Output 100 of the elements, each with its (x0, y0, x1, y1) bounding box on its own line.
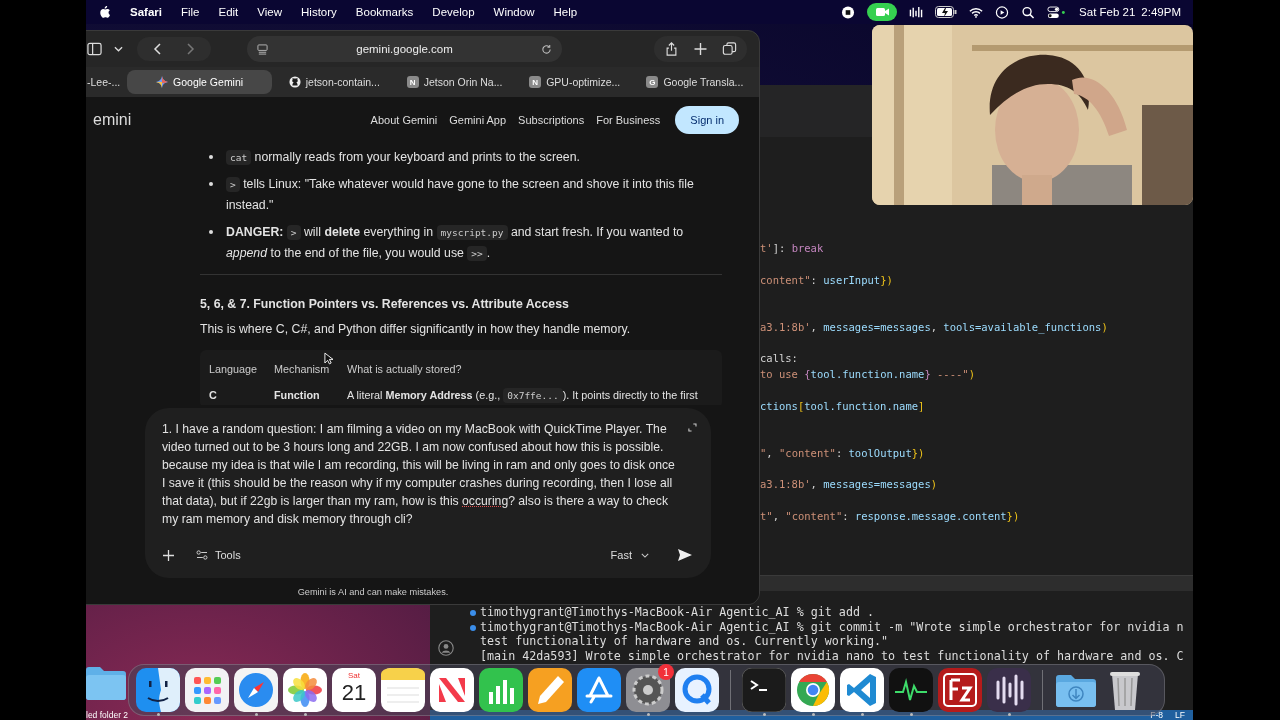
bullet-icon (209, 155, 213, 159)
news-app-icon[interactable] (430, 668, 474, 712)
audio-bars-app-icon[interactable] (987, 668, 1031, 712)
control-center-icon[interactable] (1047, 5, 1068, 19)
code-editor-app-icon[interactable] (840, 668, 884, 712)
bar-chart-app-icon[interactable] (479, 668, 523, 712)
add-icon[interactable] (163, 549, 174, 561)
nav-link[interactable]: About Gemini (370, 114, 438, 126)
status-item[interactable]: LF (1175, 710, 1185, 720)
browser-tab[interactable]: N GPU-optimize... (516, 70, 633, 94)
table-cell-text: A literal Memory Address (e.g., 0x7ffe... ). It points directly to the first (347, 389, 699, 401)
browser-tab[interactable]: G Google Transla... (636, 70, 753, 94)
gear-app-icon[interactable] (626, 668, 670, 712)
terminal-line: test functionality of hardware and os. Currently working." (479, 634, 889, 649)
calendar-app-icon[interactable]: Sat 21 (332, 668, 376, 712)
camera-icon[interactable] (867, 3, 898, 21)
bullet-icon (209, 182, 213, 186)
section-heading: 5, 6, & 7. Function Pointers vs. References vs. Attribute Access (200, 297, 570, 311)
menu-item[interactable]: File (180, 6, 200, 18)
folder-label[interactable]: led folder 2 (86, 711, 129, 720)
menu-bar-clock[interactable]: 2:49PM (1141, 6, 1181, 18)
table-cell-text: C (209, 389, 218, 401)
share-icon[interactable] (664, 42, 679, 56)
terminal-line: timothygrant@Timothys-MacBook-Air Agentic_AI % git commit -m "Wrote simple orchestrator for nvidia n (470, 619, 1184, 634)
tools-button[interactable]: Tools (196, 549, 241, 561)
sliders-icon (196, 550, 208, 560)
terminal-app-icon[interactable] (742, 668, 786, 712)
list-item-text: DANGER: > will delete everything in myscript.py and start fresh. If you wanted to append to the end of the file, you would use >> . (226, 224, 685, 263)
apple-icon[interactable] (99, 5, 111, 19)
code-line: calls: (760, 351, 798, 367)
browser-tab[interactable]: Google Gemini (127, 70, 273, 94)
menu-item[interactable]: Safari (130, 6, 162, 18)
flower-app-icon[interactable] (283, 668, 327, 712)
disclaimer: Gemini is AI and can make mistakes. (297, 587, 449, 597)
list-item-text: > tells Linux: "Take whatever would have gone to the screen and shove it into this file instead." (226, 176, 695, 214)
status-item[interactable]: F-8 (1150, 710, 1164, 720)
search-icon[interactable] (1021, 5, 1036, 19)
pulse-monitor-app-icon[interactable] (889, 668, 933, 712)
chevron-down-icon (641, 552, 649, 558)
play-icon[interactable] (995, 5, 1010, 19)
paragraph: This is where C, C#, and Python differ significantly in how they handle memory. (200, 322, 632, 336)
browser-tab[interactable]: jetson-contain... (276, 70, 393, 94)
mode-dropdown[interactable]: Fast (610, 549, 649, 561)
column-header: What is actually stored? (347, 363, 463, 375)
app-grid-icon[interactable] (185, 668, 229, 712)
bullet-icon (209, 230, 213, 234)
q-letter-app-icon[interactable] (675, 668, 719, 712)
column-header: Mechanism (274, 363, 331, 375)
notepad-app-icon[interactable] (381, 668, 425, 712)
menu-item[interactable]: Bookmarks (355, 6, 414, 18)
column-header: Language (209, 363, 259, 375)
menu-item[interactable]: Edit (218, 6, 239, 18)
nav-link[interactable]: Subscriptions (518, 114, 585, 126)
reload-icon[interactable] (541, 43, 552, 55)
menu-item[interactable]: View (257, 6, 283, 18)
folder-icon[interactable] (86, 666, 126, 700)
menu-item[interactable]: Help (553, 6, 578, 18)
pen-app-icon[interactable] (528, 668, 572, 712)
battery-icon[interactable] (935, 6, 958, 18)
send-icon[interactable] (678, 549, 692, 561)
audio-bars-icon[interactable] (909, 5, 924, 19)
nav-link[interactable]: For Business (596, 114, 661, 126)
menu-item[interactable]: History (301, 6, 337, 18)
cat-logo-icon (288, 76, 301, 88)
smiling-face-app-icon[interactable] (136, 668, 180, 712)
page-menu-icon[interactable] (257, 43, 268, 55)
menu-bar-date[interactable]: Sat Feb 21 (1079, 6, 1136, 18)
browser-tab[interactable]: N Jetson Orin Na... (396, 70, 513, 94)
browser-app-icon[interactable] (791, 668, 835, 712)
wifi-icon[interactable] (969, 5, 984, 19)
code-line: a3.1:8b', messages=messages, tools=available_functions) (760, 319, 1108, 336)
code-line: ", "content": toolOutput}) (760, 445, 925, 461)
sign-in-button[interactable]: Sign in (675, 106, 739, 134)
app-store-icon[interactable] (577, 668, 621, 712)
code-line: ctions[tool.function.name] (760, 398, 925, 414)
back-icon[interactable] (153, 43, 161, 55)
code-line: to use {tool.function.name} ----") (760, 367, 975, 382)
site-logo[interactable]: emini (93, 111, 132, 129)
stop-record-icon[interactable] (841, 5, 856, 19)
code-line: t']: break (760, 241, 824, 256)
nav-link[interactable]: Gemini App (449, 114, 507, 126)
list-item-text: cat normally reads from your keyboard and prints to the screen. (226, 147, 706, 168)
account-icon[interactable] (438, 640, 454, 656)
browser-tab[interactable]: -Lee-... (87, 70, 123, 94)
forward-icon[interactable] (187, 43, 195, 55)
site-icon: N (529, 76, 542, 88)
sparkle-icon (156, 76, 169, 88)
compass-app-icon[interactable] (234, 668, 278, 712)
new-tab-icon[interactable] (693, 42, 708, 56)
sidebar-icon[interactable] (87, 42, 102, 56)
code-line: t", "content": response.message.content}) (760, 508, 1020, 524)
chevron-down-icon[interactable] (114, 46, 123, 52)
fz-app-icon[interactable] (938, 668, 982, 712)
tab-overview-icon[interactable] (722, 42, 737, 56)
menu-item[interactable]: Develop (432, 6, 475, 18)
menu-item[interactable]: Window (493, 6, 535, 18)
code-line: a3.1:8b', messages=messages) (760, 477, 938, 493)
address-bar[interactable]: gemini.google.com (247, 36, 562, 62)
expand-icon[interactable] (688, 423, 697, 432)
prompt-field[interactable]: 1. I have a random question: I am filming a video on my MacBook with QuickTime Player. The video turned out to be 3 hours long and 22GB. I am now confused about how this is possible. because my idea is that wile I am recording, this will be living in ram and only goes to disk once I save it (this should be the reason why if my computer crashes during recording, then I lose all that data), but if 22gb is larger than my ram, how is this occuring? also is there a way to check my ram memory and disk memory through cli? (162, 420, 681, 528)
